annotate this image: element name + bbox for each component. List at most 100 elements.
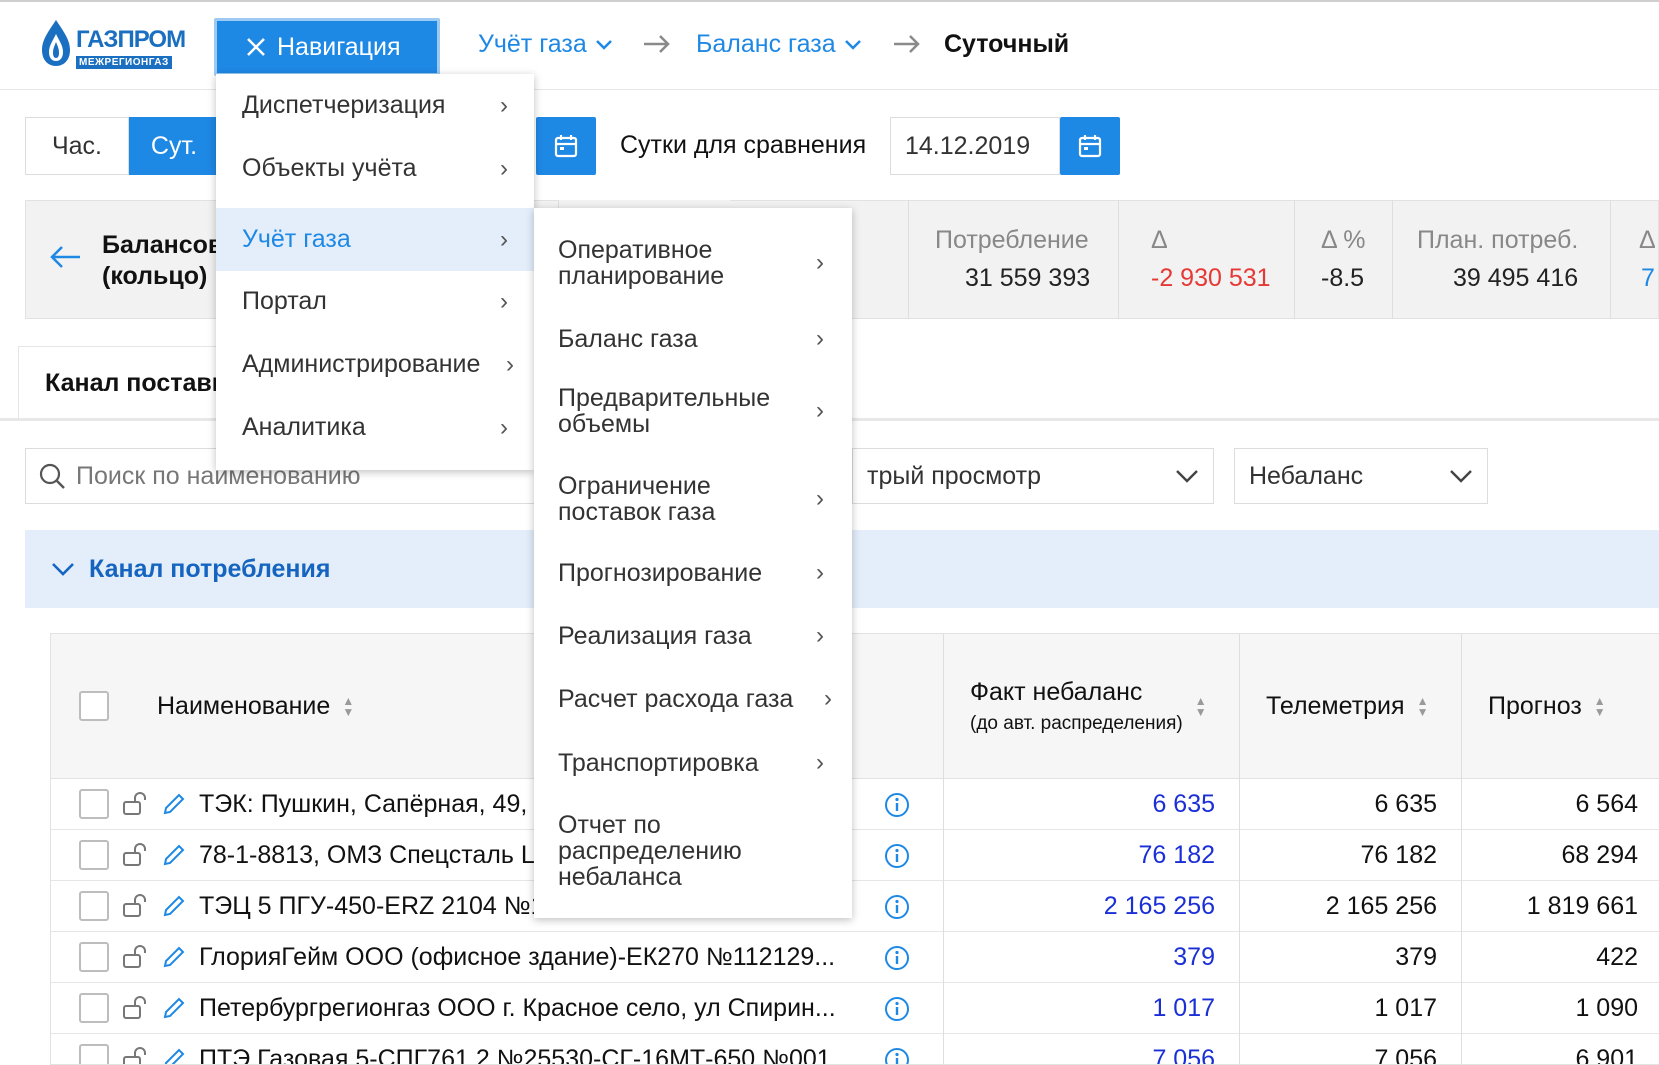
chevron-down-icon (52, 563, 74, 576)
menu-item-gas-accounting[interactable]: Учёт газа › (216, 208, 534, 271)
unlock-icon[interactable] (121, 995, 147, 1021)
breadcrumb-gas-balance[interactable]: Баланс газа (696, 30, 862, 59)
stat-label: Δ (1639, 226, 1656, 254)
row-fact[interactable]: 1 017 (943, 983, 1215, 1034)
view-select-value: трый просмотр (867, 461, 1041, 490)
info-icon[interactable] (884, 945, 910, 971)
pencil-icon[interactable] (161, 944, 187, 970)
row-checkbox[interactable] (79, 840, 109, 870)
pencil-icon[interactable] (161, 842, 187, 868)
column-forecast[interactable]: Прогноз ▲ ▼ (1461, 634, 1659, 779)
row-checkbox[interactable] (79, 1044, 109, 1064)
menu-item-label: Диспетчеризация (242, 91, 446, 119)
row-checkbox[interactable] (79, 942, 109, 972)
stat-delta: Δ -2 930 531 (1118, 200, 1294, 319)
chevron-down-icon (1450, 470, 1472, 483)
chevron-right-icon: › (500, 414, 508, 441)
day-label: Сут. (150, 131, 198, 160)
menu-item-label: Объекты учёта (242, 154, 417, 182)
navigation-button[interactable]: Навигация (214, 18, 440, 76)
chevron-right-icon: › (500, 288, 508, 315)
gas-accounting-submenu: Оперативное планирование › Баланс газа › П… (534, 208, 852, 918)
info-icon[interactable] (884, 1047, 910, 1065)
row-fact[interactable]: 379 (943, 932, 1215, 983)
close-icon (247, 38, 265, 56)
pencil-icon[interactable] (161, 1046, 187, 1065)
info-icon[interactable] (884, 792, 910, 818)
info-icon[interactable] (884, 996, 910, 1022)
info-icon[interactable] (884, 843, 910, 869)
compare-date-input[interactable] (890, 117, 1060, 175)
table-row[interactable]: ТЭК: Пушкин, Сапёрная, 49, 6 635 6 635 6 56… (51, 779, 1659, 830)
submenu-item-label: Оперативное планирование (558, 236, 725, 290)
row-telemetry: 76 182 (1239, 830, 1437, 881)
stat-value: -8.5 (1321, 264, 1365, 292)
submenu-item-imbalance-report[interactable]: Отчет по распределению небаланса (534, 806, 852, 896)
submenu-item-operational-planning[interactable]: Оперативное планирование › (534, 230, 852, 296)
breadcrumb-daily: Суточный (944, 30, 1069, 59)
type-select[interactable]: Небаланс (1234, 448, 1488, 504)
row-telemetry: 7 056 (1239, 1034, 1437, 1064)
sort-icon: ▲ ▼ (1194, 693, 1207, 719)
column-name[interactable]: Наименование ▲ ▼ (157, 634, 354, 779)
submenu-item-forecasting[interactable]: Прогнозирование › (534, 548, 852, 598)
column-fact-imbalance[interactable]: Факт небаланс (до авт. распределения) ▲ ▼ (943, 634, 1239, 779)
pencil-icon[interactable] (161, 893, 187, 919)
unlock-icon[interactable] (121, 791, 147, 817)
balance-title-line: (кольцо) (102, 262, 208, 290)
table-row[interactable]: ТЭЦ 5 ПГУ-450-ERZ 2104 №1 2 165 256 2 165 … (51, 881, 1659, 932)
row-fact[interactable]: 2 165 256 (943, 881, 1215, 932)
menu-item-label: Портал (242, 287, 327, 315)
compare-date-label: Сутки для сравнения (620, 131, 867, 159)
chevron-right-icon: › (816, 249, 824, 276)
menu-item-analytics[interactable]: Аналитика › (216, 396, 534, 459)
table-row[interactable]: Петербургрегионгаз ООО г. Красное село, … (51, 983, 1659, 1034)
row-checkbox[interactable] (79, 993, 109, 1023)
submenu-item-preliminary-volumes[interactable]: Предварительные объемы › (534, 378, 852, 444)
submenu-item-transportation[interactable]: Транспортировка › (534, 738, 852, 788)
compare-calendar-button[interactable] (1060, 117, 1120, 175)
chevron-right-icon: › (816, 622, 824, 649)
gazprom-logo[interactable]: ГАЗПРОМ МЕЖРЕГИОНГАЗ (36, 16, 186, 74)
stat-label: План. потреб. (1417, 226, 1579, 254)
menu-item-dispatching[interactable]: Диспетчеризация › (216, 74, 534, 137)
date-calendar-button[interactable] (536, 117, 596, 175)
unlock-icon[interactable] (121, 893, 147, 919)
info-icon[interactable] (884, 894, 910, 920)
type-select-value: Небаланс (1249, 461, 1364, 490)
chevron-right-icon: › (500, 226, 508, 253)
submenu-item-supply-restriction[interactable]: Ограничение поставок газа › (534, 466, 852, 532)
unlock-icon[interactable] (121, 1046, 147, 1065)
arrow-left-icon[interactable] (48, 244, 82, 270)
unlock-icon[interactable] (121, 842, 147, 868)
row-fact[interactable]: 6 635 (943, 779, 1215, 830)
submenu-item-gas-sales[interactable]: Реализация газа › (534, 611, 852, 661)
balance-title-line: Балансов (102, 231, 224, 259)
tab-supply-channel[interactable]: Канал поставк (18, 346, 238, 418)
submenu-item-gas-balance[interactable]: Баланс газа › (534, 314, 852, 364)
menu-item-portal[interactable]: Портал › (216, 270, 534, 333)
pencil-icon[interactable] (161, 995, 187, 1021)
view-select[interactable]: трый просмотр (852, 448, 1214, 504)
breadcrumb-gas-accounting[interactable]: Учёт газа (478, 30, 613, 59)
breadcrumb-label: Баланс газа (696, 30, 836, 58)
arrow-right-icon (894, 35, 920, 53)
row-checkbox[interactable] (79, 891, 109, 921)
chevron-right-icon: › (816, 749, 824, 776)
unlock-icon[interactable] (121, 944, 147, 970)
table-row[interactable]: 78-1-8813, ОМЗ Спецсталь L 76 182 76 182 68… (51, 830, 1659, 881)
pencil-icon[interactable] (161, 791, 187, 817)
calendar-icon (554, 135, 578, 158)
table-row[interactable]: ГлорияГейм ООО (офисное здание)-ЕК270 №1… (51, 932, 1659, 983)
menu-item-accounting-objects[interactable]: Объекты учёта › (216, 137, 534, 200)
submenu-item-consumption-calc[interactable]: Расчет расхода газа › (534, 674, 852, 724)
select-all-checkbox[interactable] (79, 691, 109, 721)
row-fact[interactable]: 7 056 (943, 1034, 1215, 1064)
day-toggle[interactable]: Сут. (129, 117, 219, 175)
column-telemetry[interactable]: Телеметрия ▲ ▼ (1239, 634, 1461, 779)
row-checkbox[interactable] (79, 789, 109, 819)
menu-item-administration[interactable]: Администрирование › (216, 333, 534, 396)
hour-toggle[interactable]: Час. (25, 117, 129, 175)
table-row[interactable]: ПТЭ Газовая 5-СПГ761.2 №25530-СГ-16МТ-65… (51, 1034, 1659, 1065)
row-fact[interactable]: 76 182 (943, 830, 1215, 881)
